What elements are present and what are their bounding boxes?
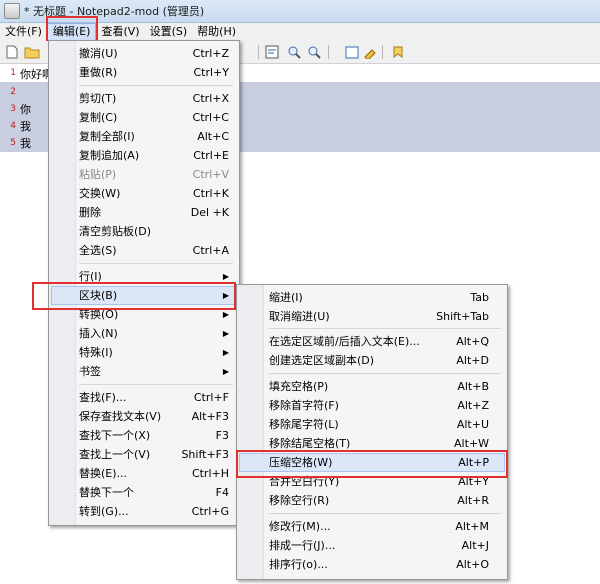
submenu-item-unindent[interactable]: 取消缩进(U) Shift+Tab <box>269 307 489 326</box>
menu-item-insert[interactable]: 插入(N) ▶ <box>79 324 235 343</box>
menu-item-find[interactable]: 查找(F)... Ctrl+F <box>79 388 229 407</box>
notepad-app-icon <box>4 3 20 19</box>
submenu-item-strip-first-char[interactable]: 移除首字符(F) Alt+Z <box>269 396 489 415</box>
menu-item-goto[interactable]: 转到(G)... Ctrl+G <box>79 502 229 521</box>
submenu-item-insert-text[interactable]: 在选定区域前/后插入文本(E)... Alt+Q <box>269 332 489 351</box>
submenu-arrow-icon: ▶ <box>222 367 229 376</box>
editor-line-4[interactable]: 我 <box>20 118 31 134</box>
menu-item-clear-clipboard[interactable]: 清空剪贴板(D) <box>79 222 229 241</box>
menu-separator <box>269 513 501 514</box>
highlight-box-compress-spaces <box>236 450 508 478</box>
menu-item-swap[interactable]: 交换(W) Ctrl+K <box>79 184 229 203</box>
menu-item-special[interactable]: 特殊(I) ▶ <box>79 343 235 362</box>
menu-separator <box>79 384 233 385</box>
line-number: 1 <box>10 68 16 78</box>
menu-separator <box>269 373 501 374</box>
menu-item-replace-next[interactable]: 替换下一个 F4 <box>79 483 229 502</box>
submenu-item-indent[interactable]: 缩进(I) Tab <box>269 288 489 307</box>
submenu-item-join-lines[interactable]: 排成一行(J)... Alt+J <box>269 536 489 555</box>
menu-item-save-find-text[interactable]: 保存查找文本(V) Alt+F3 <box>79 407 229 426</box>
menu-item-copy-append[interactable]: 复制追加(A) Ctrl+E <box>79 146 229 165</box>
line-number: 3 <box>10 104 16 114</box>
favorites-icon[interactable] <box>390 44 406 60</box>
submenu-arrow-icon: ▶ <box>222 329 229 338</box>
word-wrap-icon[interactable] <box>264 44 280 60</box>
select-all-icon[interactable] <box>344 44 360 60</box>
submenu-item-sort-lines[interactable]: 排序行(o)... Alt+O <box>269 555 489 574</box>
open-folder-icon[interactable] <box>24 44 40 60</box>
menu-item-copy-all[interactable]: 复制全部(I) Alt+C <box>79 127 229 146</box>
menu-icon-strip <box>237 285 264 579</box>
highlight-box-block-item <box>32 282 236 310</box>
submenu-item-duplicate[interactable]: 创建选定区域副本(D) Alt+D <box>269 351 489 370</box>
submenu-arrow-icon: ▶ <box>222 348 229 357</box>
line-number: 4 <box>10 121 16 131</box>
submenu-item-modify-lines[interactable]: 修改行(M)... Alt+M <box>269 517 489 536</box>
toolbar-separator <box>382 45 383 59</box>
menu-file[interactable]: 文件(F) <box>0 23 47 41</box>
menu-item-select-all[interactable]: 全选(S) Ctrl+A <box>79 241 229 260</box>
menu-item-delete[interactable]: 删除 Del +K <box>79 203 229 222</box>
line-number: 2 <box>10 87 16 97</box>
submenu-item-pad-spaces[interactable]: 填充空格(P) Alt+B <box>269 377 489 396</box>
menu-separator <box>269 328 501 329</box>
menu-separator <box>79 85 233 86</box>
menu-view[interactable]: 查看(V) <box>96 23 144 41</box>
new-file-icon[interactable] <box>4 44 20 60</box>
toolbar-separator <box>328 45 329 59</box>
zoom-out-icon[interactable] <box>306 44 322 60</box>
menu-item-find-next[interactable]: 查找下一个(X) F3 <box>79 426 229 445</box>
menu-separator <box>79 263 233 264</box>
submenu-item-strip-last-char[interactable]: 移除尾字符(L) Alt+U <box>269 415 489 434</box>
menu-help[interactable]: 帮助(H) <box>192 23 241 41</box>
submenu-item-remove-blank-lines[interactable]: 移除空行(R) Alt+R <box>269 491 489 510</box>
menu-item-redo[interactable]: 重做(R) Ctrl+Y <box>79 63 229 82</box>
zoom-in-icon[interactable] <box>286 44 302 60</box>
line-number: 5 <box>10 138 16 148</box>
block-submenu: 缩进(I) Tab 取消缩进(U) Shift+Tab 在选定区域前/后插入文本(E… <box>236 284 508 580</box>
editor-line-5[interactable]: 我 <box>20 135 31 151</box>
menu-settings[interactable]: 设置(S) <box>145 23 193 41</box>
menu-item-undo[interactable]: 撤消(U) Ctrl+Z <box>79 44 229 63</box>
menu-item-find-previous[interactable]: 查找上一个(V) Shift+F3 <box>79 445 229 464</box>
editor-line-3[interactable]: 你 <box>20 101 31 117</box>
toolbar-separator <box>258 45 259 59</box>
settings-icon[interactable] <box>362 44 378 60</box>
menu-item-paste[interactable]: 粘贴(P) Ctrl+V <box>79 165 229 184</box>
menu-item-copy[interactable]: 复制(C) Ctrl+C <box>79 108 229 127</box>
menu-item-replace[interactable]: 替换(E)... Ctrl+H <box>79 464 229 483</box>
menu-item-bookmarks[interactable]: 书签 ▶ <box>79 362 235 381</box>
menu-item-cut[interactable]: 剪切(T) Ctrl+X <box>79 89 229 108</box>
